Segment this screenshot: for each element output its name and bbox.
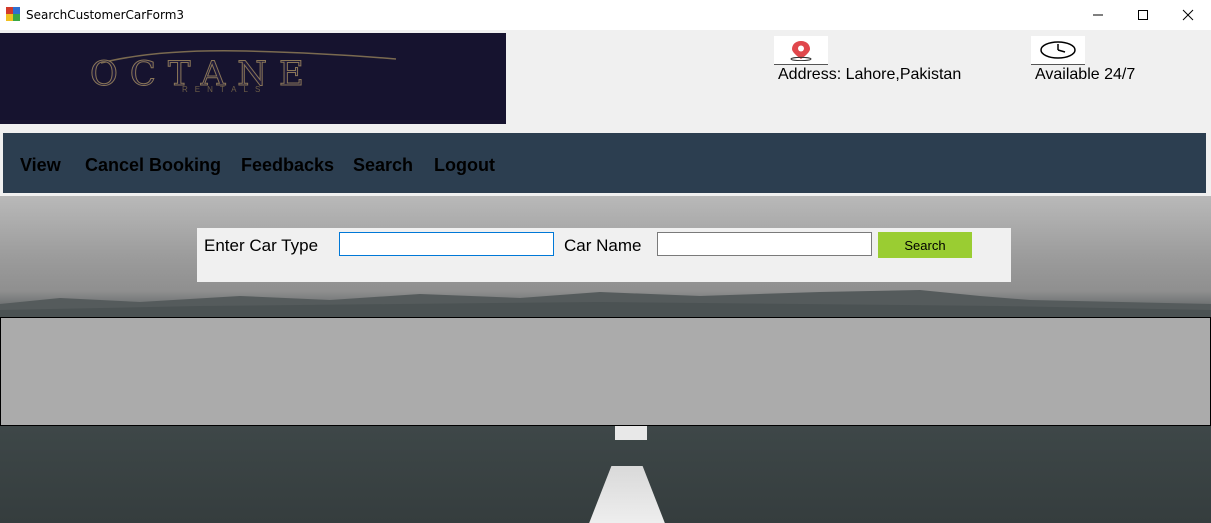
road-marking [588,466,666,523]
nav-item-view[interactable]: View [20,155,61,176]
logo-panel: OCTANE RENTALS [0,33,506,124]
app-icon [6,7,20,21]
nav-item-feedbacks[interactable]: Feedbacks [241,155,334,176]
close-button[interactable] [1165,0,1211,30]
search-panel: Enter Car Type Car Name Search [197,228,1011,282]
nav-item-logout[interactable]: Logout [434,155,495,176]
road-marking [615,426,647,440]
maximize-icon [1138,10,1148,20]
nav-item-cancel-booking[interactable]: Cancel Booking [85,155,221,176]
results-data-grid[interactable] [0,317,1211,426]
nav-bar: View Cancel Booking Feedbacks Search Log… [3,133,1206,193]
window-title-bar: SearchCustomerCarForm3 [0,0,1211,30]
car-type-input[interactable] [339,232,554,256]
minimize-button[interactable] [1075,0,1121,30]
car-type-label: Enter Car Type [204,236,319,255]
address-text: Address: Lahore,Pakistan [778,66,962,83]
availability-text: Available 24/7 [1035,66,1136,83]
car-name-input[interactable] [657,232,872,256]
minimize-icon [1093,14,1103,16]
map-pin-icon [790,41,812,61]
maximize-button[interactable] [1120,0,1166,30]
close-icon [1182,9,1194,21]
clock-icon-box [1031,36,1085,65]
window-title: SearchCustomerCarForm3 [26,8,185,22]
logo-subtext: RENTALS [182,85,268,94]
clock-icon [1040,41,1076,59]
search-button[interactable]: Search [878,232,972,258]
car-name-label: Car Name [564,236,642,255]
location-icon-box [774,36,828,65]
nav-item-search[interactable]: Search [353,155,413,176]
